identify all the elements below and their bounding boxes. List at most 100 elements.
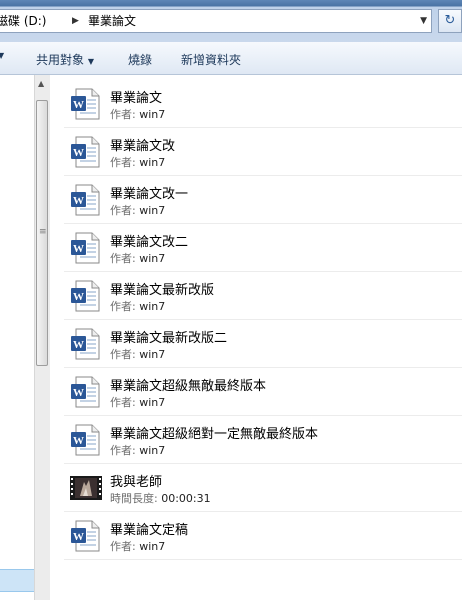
word-document-icon: W <box>70 328 102 360</box>
word-document-icon: W <box>70 232 102 264</box>
file-item[interactable]: W 畢業論文定稿 作者: win7 <box>64 513 462 560</box>
breadcrumb-arrow-icon[interactable]: ▶ <box>72 10 79 32</box>
word-document-icon: W <box>70 88 102 120</box>
file-meta-label: 作者: <box>110 540 136 553</box>
file-item[interactable]: W 畢業論文超級無敵最終版本 作者: win7 <box>64 369 462 416</box>
refresh-button[interactable]: ↻ <box>438 9 462 33</box>
file-name: 畢業論文超級無敵最終版本 <box>110 379 267 394</box>
scrollbar-thumb[interactable]: ≡ <box>36 100 48 366</box>
file-meta: 作者: win7 <box>110 298 165 314</box>
address-bar-area: 磁碟 (D:) ▶ 畢業論文 ▼ ↻ <box>0 0 462 42</box>
file-name: 畢業論文超級絕對一定無敵最終版本 <box>110 427 319 442</box>
file-meta-value: 00:00:31 <box>161 492 211 505</box>
file-item[interactable]: W 畢業論文超級絕對一定無敵最終版本 作者: win7 <box>64 417 462 464</box>
row-divider <box>64 223 462 224</box>
word-document-icon: W <box>70 184 102 216</box>
nav-scrollbar[interactable]: ▲ ≡ <box>34 75 50 600</box>
new-folder-button[interactable]: 新增資料夾 <box>181 51 241 68</box>
svg-text:W: W <box>73 243 84 255</box>
share-with-button[interactable]: 共用對象 ▼ <box>36 51 94 68</box>
file-meta: 作者: win7 <box>110 442 165 458</box>
file-meta: 作者: win7 <box>110 346 165 362</box>
file-meta-value: win7 <box>139 396 166 409</box>
file-name: 畢業論文 <box>110 91 163 106</box>
file-meta: 時間長度: 00:00:31 <box>110 490 211 506</box>
file-meta-label: 作者: <box>110 300 136 313</box>
word-document-icon: W <box>70 136 102 168</box>
file-item[interactable]: W 畢業論文改 作者: win7 <box>64 129 462 176</box>
file-item[interactable]: W 畢業論文改二 作者: win7 <box>64 225 462 272</box>
file-name: 畢業論文改二 <box>110 235 189 250</box>
file-item[interactable]: W 畢業論文 作者: win7 <box>64 81 462 128</box>
share-dropdown-icon: ▼ <box>87 57 94 66</box>
row-divider <box>64 415 462 416</box>
file-meta-value: win7 <box>139 156 166 169</box>
svg-text:W: W <box>73 339 84 351</box>
file-name: 畢業論文改一 <box>110 187 189 202</box>
row-divider <box>64 175 462 176</box>
file-item[interactable]: W 畢業論文改一 作者: win7 <box>64 177 462 224</box>
share-with-label: 共用對象 <box>36 53 85 67</box>
file-meta-value: win7 <box>139 300 166 313</box>
file-meta-label: 作者: <box>110 108 136 121</box>
row-divider <box>64 367 462 368</box>
svg-text:W: W <box>73 147 84 159</box>
scroll-up-arrow-icon[interactable]: ▲ <box>38 79 44 88</box>
file-item[interactable]: W 畢業論文最新改版 作者: win7 <box>64 273 462 320</box>
file-meta: 作者: win7 <box>110 202 165 218</box>
file-meta-label: 作者: <box>110 396 136 409</box>
file-name: 畢業論文改 <box>110 139 176 154</box>
file-meta-label: 作者: <box>110 348 136 361</box>
row-divider <box>64 319 462 320</box>
file-meta-value: win7 <box>139 348 166 361</box>
file-meta: 作者: win7 <box>110 154 165 170</box>
svg-text:W: W <box>73 99 84 111</box>
file-meta: 作者: win7 <box>110 394 165 410</box>
video-thumbnail-icon <box>70 472 102 504</box>
nav-selected-item[interactable] <box>0 569 34 592</box>
file-meta-value: win7 <box>139 252 166 265</box>
file-meta-value: win7 <box>139 444 166 457</box>
row-divider <box>64 463 462 464</box>
address-bar[interactable]: 磁碟 (D:) ▶ 畢業論文 ▼ <box>0 9 432 33</box>
breadcrumb-folder[interactable]: 畢業論文 <box>88 10 136 32</box>
row-divider <box>64 511 462 512</box>
word-document-icon: W <box>70 424 102 456</box>
file-meta-label: 時間長度: <box>110 492 158 505</box>
word-document-icon: W <box>70 280 102 312</box>
file-name: 畢業論文最新改版二 <box>110 331 228 346</box>
file-meta: 作者: win7 <box>110 106 165 122</box>
file-meta-label: 作者: <box>110 156 136 169</box>
svg-text:W: W <box>73 531 84 543</box>
row-divider <box>64 559 462 560</box>
word-document-icon: W <box>70 520 102 552</box>
file-meta: 作者: win7 <box>110 250 165 266</box>
file-meta-label: 作者: <box>110 252 136 265</box>
file-name: 畢業論文最新改版 <box>110 283 215 298</box>
refresh-icon: ↻ <box>444 13 456 28</box>
navigation-pane[interactable] <box>0 75 35 600</box>
svg-text:W: W <box>73 291 84 303</box>
file-list: W 畢業論文 作者: win7 W 畢業論文改 作者: win7 W 畢業論文改一 作者: wi… <box>50 75 462 600</box>
svg-text:W: W <box>73 435 84 447</box>
svg-text:W: W <box>73 387 84 399</box>
word-document-icon: W <box>70 376 102 408</box>
file-name: 我與老師 <box>110 475 163 490</box>
file-meta-label: 作者: <box>110 204 136 217</box>
file-meta-value: win7 <box>139 540 166 553</box>
file-item[interactable]: W 畢業論文最新改版二 作者: win7 <box>64 321 462 368</box>
row-divider <box>64 127 462 128</box>
file-name: 畢業論文定稿 <box>110 523 189 538</box>
breadcrumb-drive[interactable]: 磁碟 (D:) <box>0 10 46 32</box>
burn-button[interactable]: 燒錄 <box>128 51 152 68</box>
grip-icon: ≡ <box>39 227 47 237</box>
organize-dropdown-icon[interactable]: ▼ <box>0 51 4 60</box>
file-item[interactable]: 我與老師 時間長度: 00:00:31 <box>64 465 462 512</box>
file-meta: 作者: win7 <box>110 538 165 554</box>
file-meta-value: win7 <box>139 108 166 121</box>
svg-text:W: W <box>73 195 84 207</box>
file-meta-value: win7 <box>139 204 166 217</box>
address-dropdown-icon[interactable]: ▼ <box>420 10 427 32</box>
row-divider <box>64 271 462 272</box>
toolbar: ▼ 共用對象 ▼ 燒錄 新增資料夾 <box>0 42 462 75</box>
